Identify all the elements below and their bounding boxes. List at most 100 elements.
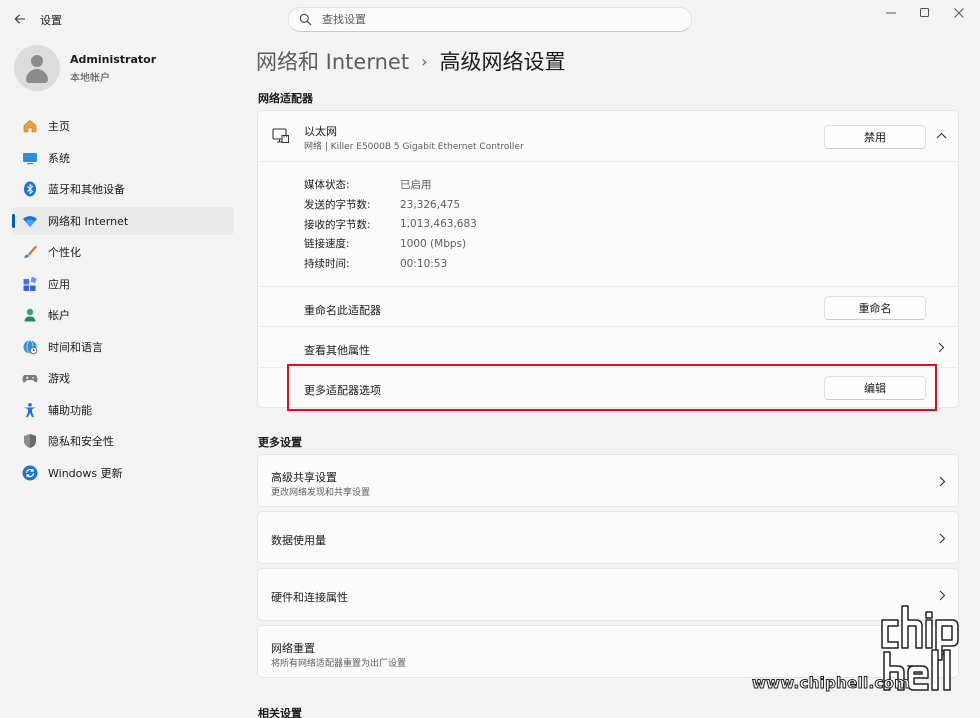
sidebar-item-label: 时间和语言 [48,340,103,354]
adapter-name: 以太网 [304,125,337,138]
related-settings-heading: 相关设置 [258,707,302,718]
sidebar-item-label: 隐私和安全性 [48,435,114,448]
apps-icon [23,276,37,291]
avatar [14,45,60,91]
divider [258,286,958,287]
chevron-right-icon [938,342,945,353]
brush-icon [24,245,37,258]
bluetooth-icon [24,181,36,197]
property-row: 链接速度: 1000 (Mbps) [304,234,477,254]
update-icon [22,465,38,480]
sidebar-item-time-language[interactable]: 时间和语言 [12,333,234,361]
search-box[interactable] [288,7,692,32]
sidebar-item-bluetooth[interactable]: 蓝牙和其他设备 [12,175,234,203]
breadcrumb-parent[interactable]: 网络和 Internet [256,46,409,76]
adapter-header[interactable]: 以太网 网络 | Killer E5000B 5 Gigabit Etherne… [258,111,958,161]
rename-button[interactable]: 重命名 [824,296,926,320]
property-row: 持续时间: 00:10:53 [304,254,477,274]
sidebar-item-gaming[interactable]: 游戏 [12,364,234,392]
app-title: 设置 [40,14,62,27]
sidebar-item-label: 网络和 Internet [48,214,129,228]
chevron-up-icon[interactable] [936,132,947,139]
property-label: 发送的字节数: [304,199,371,212]
title-bar: 设置 [0,0,980,38]
page-title: 高级网络设置 [439,50,566,74]
disable-button[interactable]: 禁用 [824,125,926,149]
maximize-icon [920,8,929,17]
sidebar-item-home[interactable]: 主页 [12,112,234,140]
sidebar-item-label: 蓝牙和其他设备 [48,183,125,196]
network-reset-row[interactable]: 网络重置 将所有网络适配器重置为出厂设置 [257,625,959,678]
advanced-sharing-settings-row[interactable]: 高级共享设置 更改网络发现和共享设置 [257,454,959,507]
sidebar-item-label: 应用 [48,277,70,291]
sidebar-nav: 主页 系统 蓝牙和其他设备 网络和 Internet 个性化 应用 帐户 时间和… [12,112,234,490]
sidebar-item-accessibility[interactable]: 辅助功能 [12,396,234,424]
profile-name: Administrator [70,52,157,66]
profile-account-type: 本地帐户 [70,72,110,84]
search-input[interactable] [322,13,662,26]
sidebar-item-label: Windows 更新 [48,466,123,480]
account-icon [24,308,36,322]
row-subtitle: 将所有网络适配器重置为出厂设置 [271,659,407,669]
search-icon [299,13,312,26]
property-row: 发送的字节数: 23,326,475 [304,195,477,215]
sidebar-item-system[interactable]: 系统 [12,144,234,172]
sidebar-item-label: 辅助功能 [48,403,92,417]
property-label: 链接速度: [304,238,350,251]
row-title: 硬件和连接属性 [271,591,348,604]
breadcrumb: 网络和 Internet › 高级网络设置 [256,46,565,76]
property-label: 接收的字节数: [304,218,371,231]
shield-icon [24,434,36,448]
back-button[interactable] [10,9,30,29]
maximize-button[interactable] [912,6,938,20]
user-profile[interactable]: Administrator 本地帐户 [14,44,156,92]
property-value: 00:10:53 [400,257,448,270]
watermark-url: www.chiphell.com [751,674,911,693]
property-label: 媒体状态: [304,179,350,192]
close-icon [954,8,964,18]
property-value: 23,326,475 [400,198,461,211]
row-title: 网络重置 [271,642,315,655]
sidebar-item-network[interactable]: 网络和 Internet [12,206,234,235]
accessibility-icon [24,402,36,417]
sidebar-item-label: 游戏 [48,372,70,385]
globe-clock-icon [23,339,38,354]
highlight-box [287,364,937,411]
more-properties-label: 查看其他属性 [304,344,370,357]
sidebar-item-accounts[interactable]: 帐户 [12,301,234,329]
sidebar-item-label: 系统 [48,151,70,165]
sidebar-item-label: 主页 [48,120,70,133]
property-value: 已启用 [400,179,432,192]
property-label: 持续时间: [304,258,350,271]
adapter-properties: 媒体状态: 已启用 发送的字节数: 23,326,475 接收的字节数: 1,0… [304,175,477,273]
adapter-description: 网络 | Killer E5000B 5 Gigabit Ethernet Co… [304,142,524,152]
sidebar-item-personalization[interactable]: 个性化 [12,238,234,266]
data-usage-row[interactable]: 数据使用量 [257,511,959,564]
row-subtitle: 更改网络发现和共享设置 [271,488,371,498]
close-button[interactable] [946,6,972,20]
sidebar-item-privacy[interactable]: 隐私和安全性 [12,427,234,455]
property-value: 1,013,463,683 [400,218,477,231]
chevron-right-icon [939,533,946,544]
more-settings-heading: 更多设置 [258,436,302,449]
home-icon [23,120,37,133]
row-title: 数据使用量 [271,534,326,547]
sidebar-item-label: 个性化 [48,246,81,259]
breadcrumb-separator: › [421,51,428,71]
sidebar-item-label: 帐户 [48,309,70,322]
divider [258,161,958,162]
system-icon [23,152,37,164]
more-properties-row[interactable]: 查看其他属性 [258,327,958,367]
rename-adapter-label: 重命名此适配器 [304,304,381,317]
property-row: 接收的字节数: 1,013,463,683 [304,214,477,234]
minimize-icon [886,12,896,14]
back-arrow-icon [14,14,25,24]
sidebar-item-apps[interactable]: 应用 [12,270,234,298]
sidebar-item-windows-update[interactable]: Windows 更新 [12,459,234,487]
gamepad-icon [22,375,38,383]
hardware-connection-properties-row[interactable]: 硬件和连接属性 [257,568,959,621]
network-adapters-heading: 网络适配器 [258,92,313,105]
chevron-right-icon [939,590,946,601]
property-value: 1000 (Mbps) [400,237,467,250]
minimize-button[interactable] [878,6,904,20]
